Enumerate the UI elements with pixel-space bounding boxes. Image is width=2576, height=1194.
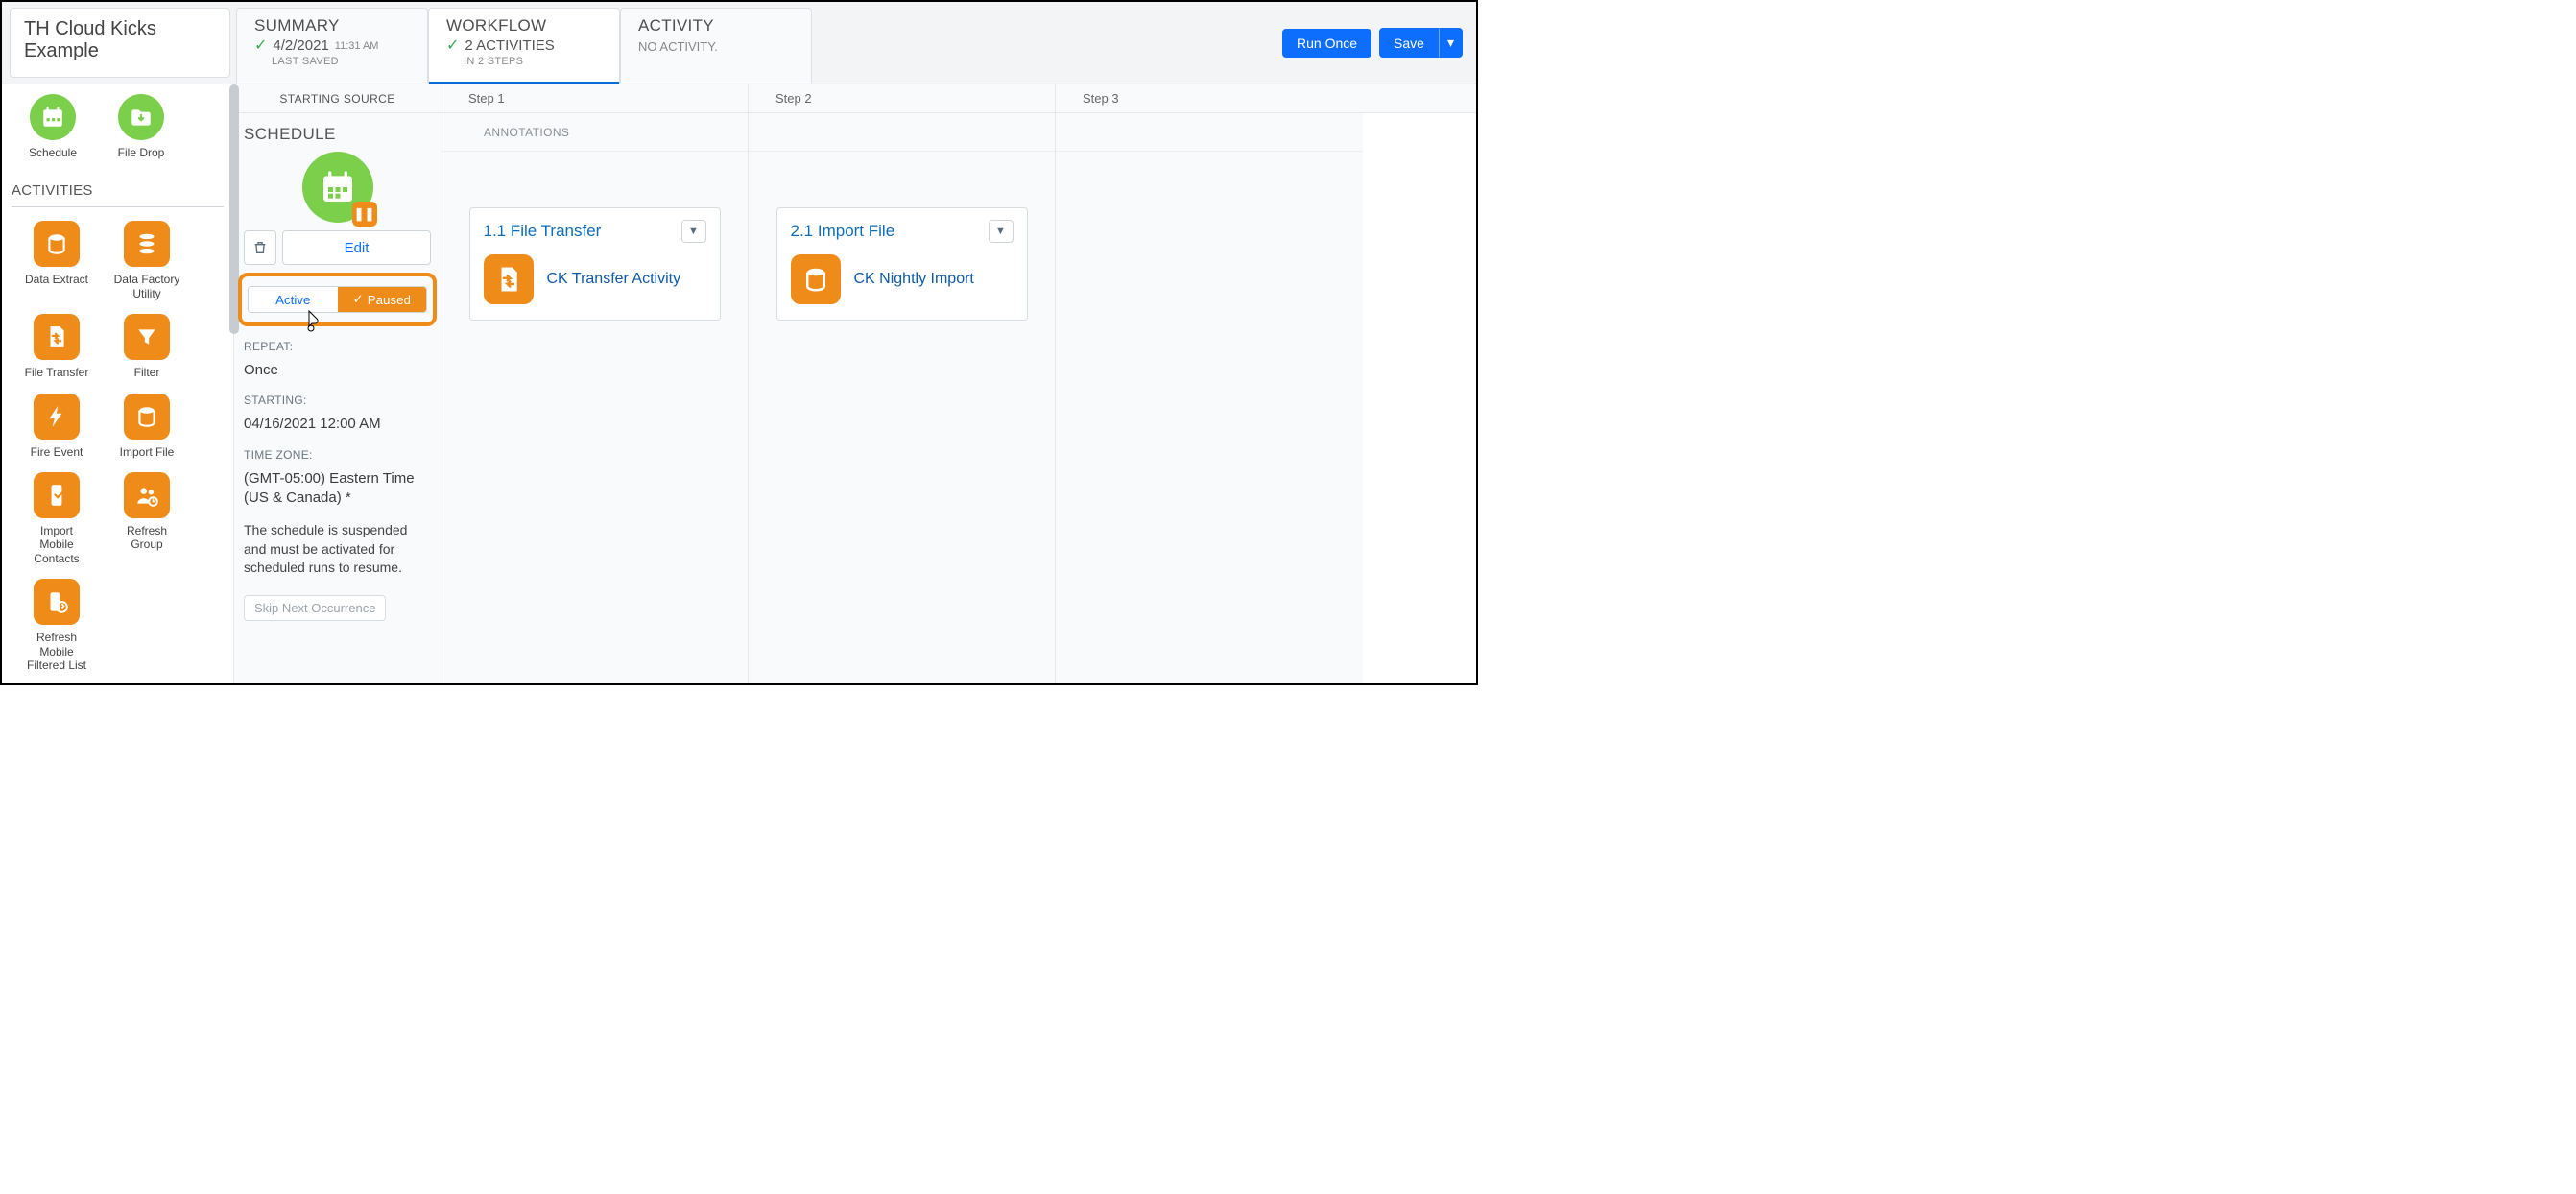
step-2-activity-card[interactable]: 2.1 Import File ▼ CK Nightly Import [776,207,1028,321]
card-activity-name: CK Nightly Import [854,270,974,290]
palette-filter[interactable]: Filter [113,314,180,379]
activities-heading: ACTIVITIES [12,159,224,207]
starting-value: 04/16/2021 12:00 AM [244,415,431,434]
palette-file-transfer[interactable]: File Transfer [23,314,90,379]
tab-summary[interactable]: SUMMARY ✓ 4/2/2021 11:31 AM LAST SAVED [236,8,428,84]
status-toggle[interactable]: Active ✓ Paused [248,286,427,313]
step-1-header[interactable]: Step 1 [441,84,749,112]
chevron-down-icon: ▼ [688,226,699,237]
palette-import-mobile[interactable]: Import Mobile Contacts [23,472,90,565]
palette-file-drop[interactable]: File Drop [111,94,171,159]
card-title: 2.1 Import File [791,222,895,241]
summary-note: LAST SAVED [254,56,410,67]
summary-time: 11:31 AM [335,40,379,52]
tz-value: (GMT-05:00) Eastern Time (US & Canada) * [244,469,431,509]
save-button[interactable]: Save [1379,28,1439,58]
palette-refresh-group[interactable]: Refresh Group [113,472,180,565]
activity-note: NO ACTIVITY. [638,39,794,54]
palette-import-file[interactable]: Import File [113,394,180,459]
trash-icon [252,240,268,255]
step-1-activity-card[interactable]: 1.1 File Transfer ▼ CK Transfer Activity [469,207,721,321]
activity-palette: Schedule File Drop ACTIVITIES Data Extra… [2,84,234,683]
check-icon: ✓ [353,292,364,307]
palette-refresh-mobile[interactable]: Refresh Mobile Filtered List [23,579,90,672]
delete-schedule-button[interactable] [244,230,276,265]
top-header: TH Cloud Kicks Example SUMMARY ✓ 4/2/202… [2,2,1476,84]
workflow-note: IN 2 STEPS [446,56,602,67]
step-3-column[interactable]: . [1056,113,1363,683]
card-menu-button[interactable]: ▼ [989,220,1014,243]
tab-activity-label: ACTIVITY [638,16,794,36]
automation-title[interactable]: TH Cloud Kicks Example [10,8,230,78]
palette-data-factory[interactable]: Data Factory Utility [113,221,180,300]
status-active-option[interactable]: Active [249,287,338,312]
schedule-heading: SCHEDULE [244,125,431,144]
import-file-icon [124,394,170,440]
refresh-mobile-icon [34,579,80,625]
data-extract-icon [34,221,80,267]
refresh-group-icon [124,472,170,518]
tab-summary-label: SUMMARY [254,16,410,36]
suspended-note: The schedule is suspended and must be ac… [244,521,431,578]
step-2-header[interactable]: Step 2 [749,84,1056,112]
workflow-count: 2 ACTIVITIES [465,37,554,54]
card-activity-name: CK Transfer Activity [547,270,681,290]
palette-fire-event[interactable]: Fire Event [23,394,90,459]
step-header-row: STARTING SOURCE Step 1 Step 2 Step 3 [234,84,1476,113]
data-factory-icon [124,221,170,267]
annotations-label: ANNOTATIONS [441,113,748,152]
pause-badge-icon: ❚❚ [352,202,377,227]
palette-schedule[interactable]: Schedule [23,94,83,159]
import-file-icon [791,254,841,304]
starting-source-header: STARTING SOURCE [234,84,441,112]
filter-icon [124,314,170,360]
tz-label: TIME ZONE: [244,448,431,462]
file-drop-icon [118,94,164,140]
save-dropdown-button[interactable]: ▾ [1439,28,1463,58]
chevron-down-icon: ▼ [995,226,1006,237]
chevron-down-icon: ▾ [1447,35,1454,50]
schedule-source-panel: SCHEDULE ❚❚ Edit Active ✓ [234,113,441,683]
run-once-button[interactable]: Run Once [1282,29,1371,58]
card-menu-button[interactable]: ▼ [681,220,706,243]
skip-next-occurrence-button[interactable]: Skip Next Occurrence [244,595,386,621]
fire-event-icon [34,394,80,440]
card-title: 1.1 File Transfer [484,222,602,241]
repeat-label: REPEAT: [244,340,431,353]
palette-data-extract[interactable]: Data Extract [23,221,90,300]
file-transfer-icon [484,254,534,304]
summary-date: 4/2/2021 [273,37,328,54]
status-paused-option[interactable]: ✓ Paused [338,287,427,312]
tab-workflow[interactable]: WORKFLOW ✓ 2 ACTIVITIES IN 2 STEPS [428,8,620,84]
check-icon: ✓ [254,38,267,54]
repeat-value: Once [244,361,431,380]
import-mobile-icon [34,472,80,518]
starting-label: STARTING: [244,394,431,407]
file-transfer-icon [34,314,80,360]
step-2-column: . 2.1 Import File ▼ CK Nightly [749,113,1056,683]
check-icon: ✓ [446,38,459,54]
schedule-icon [30,94,76,140]
step-3-header[interactable]: Step 3 [1056,84,1363,112]
tab-activity[interactable]: ACTIVITY NO ACTIVITY. [620,8,812,84]
status-toggle-highlight: Active ✓ Paused [238,273,437,326]
header-actions: Run Once Save ▾ [1282,2,1476,84]
tab-workflow-label: WORKFLOW [446,16,602,36]
step-1-column: ANNOTATIONS 1.1 File Transfer ▼ [441,113,749,683]
edit-schedule-button[interactable]: Edit [282,230,431,265]
schedule-icon-large: ❚❚ [302,152,373,223]
